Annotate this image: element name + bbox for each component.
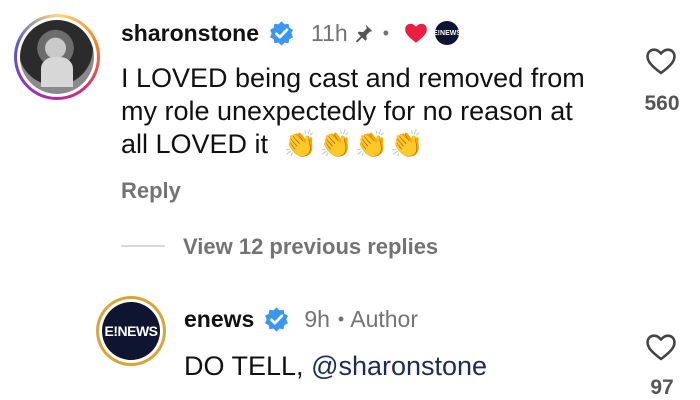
comment-text-line: my role unexpectedly for no reason at bbox=[121, 96, 573, 126]
separator-dot: • bbox=[337, 308, 345, 329]
heart-icon bbox=[405, 23, 427, 43]
author-liked-badge-label: E!NEWS bbox=[433, 29, 462, 37]
comment-username[interactable]: sharonstone bbox=[121, 20, 259, 47]
reply-time: 9h bbox=[304, 305, 330, 332]
author-label: Author bbox=[350, 305, 418, 332]
reply-text: DO TELL, @sharonstone bbox=[184, 350, 487, 383]
heart-outline-icon[interactable] bbox=[644, 44, 678, 78]
replies-divider bbox=[121, 245, 165, 247]
view-previous-replies-button[interactable]: View 12 previous replies bbox=[183, 234, 438, 260]
author-liked-badge: E!NEWS bbox=[433, 21, 462, 45]
reply-header: enews 9h • Author bbox=[184, 303, 418, 335]
separator-dot: • bbox=[382, 22, 390, 43]
comment-like-count: 560 bbox=[644, 92, 680, 115]
comment-text-fragment: all LOVED it bbox=[121, 129, 269, 159]
avatar-sharonstone[interactable] bbox=[14, 14, 100, 100]
comment-text-line: all LOVED it 👏👏👏👏 bbox=[121, 128, 621, 161]
avatar-photo bbox=[20, 20, 94, 94]
comment-text-line: I LOVED being cast and removed from bbox=[121, 63, 585, 93]
comment-header: sharonstone 11h • E!NEWS bbox=[121, 17, 462, 49]
reply-button[interactable]: Reply bbox=[121, 178, 181, 204]
comment-time: 11h bbox=[311, 19, 348, 46]
reply-like-count: 97 bbox=[650, 376, 674, 399]
verified-badge-icon bbox=[265, 306, 289, 332]
reply-username[interactable]: enews bbox=[184, 306, 254, 333]
verified-badge-icon bbox=[270, 20, 294, 46]
avatar-enews[interactable]: E!NEWS bbox=[96, 296, 166, 366]
enews-logo: E!NEWS bbox=[102, 302, 160, 360]
comment-text: I LOVED being cast and removed from my r… bbox=[121, 62, 621, 161]
pin-icon bbox=[355, 24, 372, 43]
mention-link[interactable]: @sharonstone bbox=[311, 351, 487, 381]
heart-outline-icon[interactable] bbox=[644, 330, 678, 364]
clapping-hands-emoji: 👏👏👏👏 bbox=[283, 129, 427, 159]
reply-text-fragment: DO TELL, bbox=[184, 351, 312, 381]
